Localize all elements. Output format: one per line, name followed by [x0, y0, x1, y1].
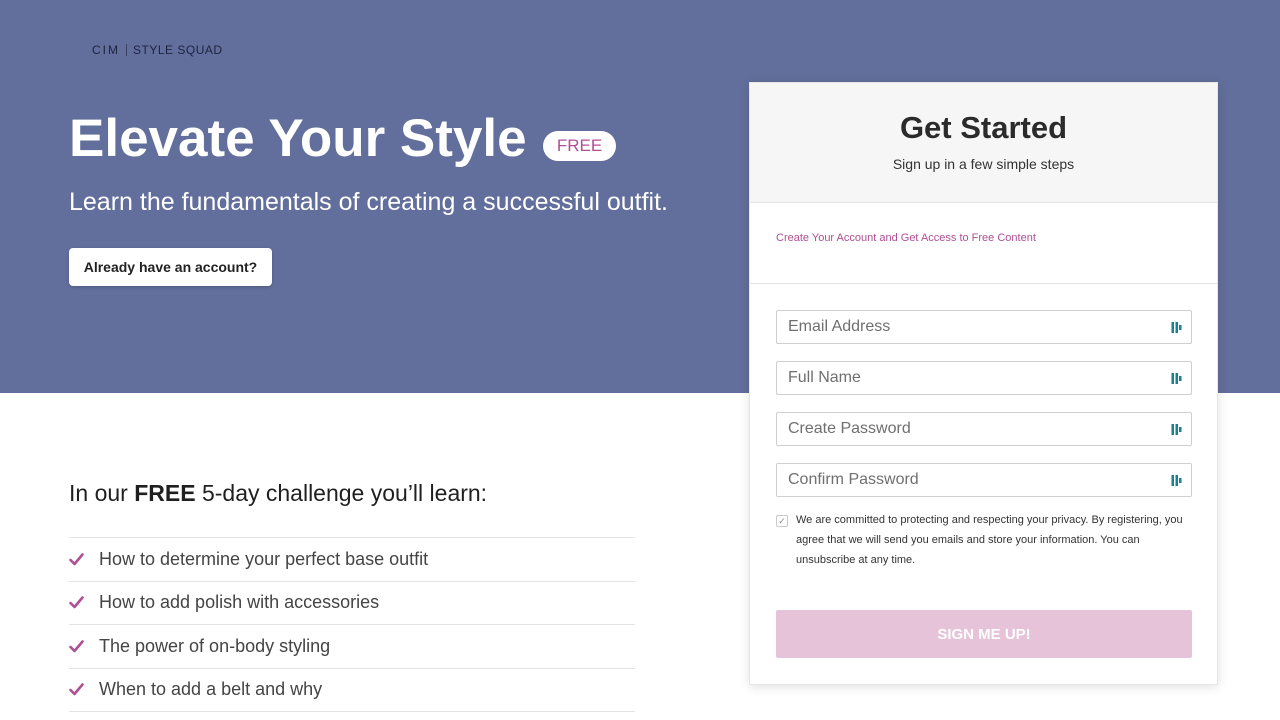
- signup-promo-text: Create Your Account and Get Access to Fr…: [750, 203, 1217, 284]
- challenge-heading: In our FREE 5-day challenge you’ll learn…: [69, 480, 487, 507]
- password-manager-icon[interactable]: [1171, 474, 1183, 487]
- list-item: When to add a belt and why: [69, 669, 635, 712]
- hero-subtitle: Learn the fundamentals of creating a suc…: [69, 188, 668, 216]
- signup-form: [750, 284, 1217, 497]
- privacy-consent-text: We are committed to protecting and respe…: [796, 514, 1183, 566]
- logo-mark: CIM: [92, 43, 120, 57]
- challenge-heading-suffix: 5-day challenge you’ll learn:: [195, 480, 488, 506]
- password-manager-icon[interactable]: [1171, 423, 1183, 436]
- logo[interactable]: CIM STYLE SQUAD: [92, 43, 223, 57]
- signup-card: Get Started Sign up in a few simple step…: [749, 82, 1218, 685]
- free-badge: FREE: [543, 131, 616, 161]
- signup-subtitle: Sign up in a few simple steps: [892, 156, 1075, 172]
- email-field[interactable]: [776, 310, 1192, 344]
- check-icon: [69, 683, 99, 696]
- sign-me-up-button[interactable]: SIGN ME UP!: [776, 610, 1192, 658]
- logo-divider: [126, 44, 127, 56]
- confirm-password-field[interactable]: [776, 463, 1192, 497]
- hero-title: Elevate Your Style: [69, 109, 527, 168]
- list-item: How to add polish with accessories: [69, 582, 635, 625]
- list-item-label: How to add polish with accessories: [99, 592, 380, 613]
- signup-header: Get Started Sign up in a few simple step…: [750, 83, 1217, 203]
- check-icon: [69, 552, 99, 566]
- list-item-label: When to add a belt and why: [99, 679, 323, 700]
- challenge-heading-free: FREE: [134, 480, 196, 506]
- full-name-field-wrapper: [776, 361, 1192, 395]
- create-password-field[interactable]: [776, 412, 1192, 446]
- list-item: The power of on-body styling: [69, 625, 635, 669]
- password-manager-icon[interactable]: [1171, 321, 1183, 334]
- logo-name: STYLE SQUAD: [133, 43, 223, 57]
- checkmark-icon: ✓: [778, 515, 786, 526]
- create-password-field-wrapper: [776, 412, 1192, 446]
- signup-title: Get Started: [899, 110, 1068, 145]
- list-item-label: The power of on-body styling: [99, 635, 331, 656]
- list-item-label: How to determine your perfect base outfi…: [99, 548, 429, 569]
- privacy-consent-checkbox[interactable]: ✓: [776, 515, 788, 527]
- check-icon: [69, 639, 99, 653]
- challenge-list: How to determine your perfect base outfi…: [69, 537, 635, 712]
- list-item: How to determine your perfect base outfi…: [69, 538, 635, 582]
- full-name-field[interactable]: [776, 361, 1192, 395]
- already-have-account-button[interactable]: Already have an account?: [69, 248, 272, 286]
- password-manager-icon[interactable]: [1171, 372, 1183, 385]
- check-icon: [69, 596, 99, 609]
- confirm-password-field-wrapper: [776, 463, 1192, 497]
- privacy-consent: ✓ We are committed to protecting and res…: [750, 513, 1217, 570]
- email-field-wrapper: [776, 310, 1192, 344]
- challenge-heading-prefix: In our: [69, 480, 135, 506]
